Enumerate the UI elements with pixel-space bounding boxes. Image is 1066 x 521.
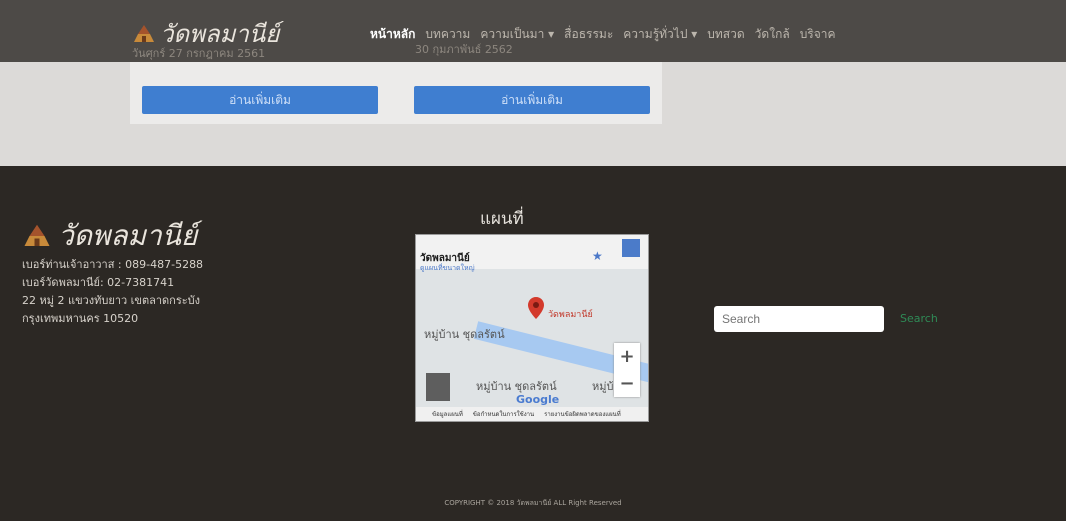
nav-articles[interactable]: บทความ xyxy=(425,25,470,44)
map-zoom-control: + − xyxy=(614,343,640,397)
embedded-map[interactable]: วัดพลมานีย์ ดูแผนที่ขนาดใหญ่ ★ วัดพลมานี… xyxy=(415,234,649,422)
footer-brand-name: วัดพลมานีย์ xyxy=(58,219,198,252)
map-footer-link[interactable]: รายงานข้อผิดพลาดของแผนที่ xyxy=(544,409,621,419)
nav-history[interactable]: ความเป็นมา ▾ xyxy=(480,25,554,44)
nav-nearby-temples[interactable]: วัดใกล้ xyxy=(755,25,790,44)
date-left: วันศุกร์ 27 กรกฎาคม 2561 xyxy=(132,47,266,60)
star-icon[interactable]: ★ xyxy=(592,249,603,263)
user-icon[interactable] xyxy=(622,239,640,257)
copyright: COPYRIGHT © 2018 วัดพลมานีย์ ALL Right R… xyxy=(444,499,622,507)
map-area-label: หมู่บ้าน ชุดลรัตน์ xyxy=(424,328,505,341)
footer-brand: วัดพลมานีย์ xyxy=(22,214,197,258)
abbot-phone: เบอร์ท่านเจ้าอาวาส : 089-487-5288 xyxy=(22,258,204,271)
nav-donate[interactable]: บริจาค xyxy=(800,25,836,44)
map-footer: ข้อมูลแผนที่ ข้อกำหนดในการใช้งาน รายงานข… xyxy=(416,407,648,421)
temple-logo-icon xyxy=(24,224,50,246)
read-more-button-2[interactable]: อ่านเพิ่มเติม xyxy=(414,86,650,114)
map-place-card: วัดพลมานีย์ ดูแผนที่ขนาดใหญ่ ★ xyxy=(416,235,648,272)
nav-general-knowledge[interactable]: ความรู้ทั่วไป ▾ xyxy=(623,25,697,44)
zoom-in-button[interactable]: + xyxy=(619,346,634,367)
temple-logo-icon xyxy=(134,24,154,42)
address-line-1: 22 หมู่ 2 แขวงทับยาว เขตลาดกระบัง xyxy=(22,294,200,307)
map-satellite-toggle[interactable] xyxy=(426,373,450,401)
search-input[interactable] xyxy=(714,306,884,332)
map-title: แผนที่ xyxy=(480,209,524,229)
nav-chants[interactable]: บทสวด xyxy=(707,25,744,44)
temple-phone: เบอร์วัดพลมานีย์: 02-7381741 xyxy=(22,276,175,289)
address-line-2: กรุงเทพมหานคร 10520 xyxy=(22,312,139,325)
map-pin-label: วัดพลมานีย์ xyxy=(548,310,593,320)
map-pin-icon[interactable] xyxy=(528,297,544,319)
read-more-button-1[interactable]: อ่านเพิ่มเติม xyxy=(142,86,378,114)
contact-info: เบอร์ท่านเจ้าอาวาส : 089-487-5288 เบอร์ว… xyxy=(22,256,203,328)
main-nav: หน้าหลัก บทความ ความเป็นมา ▾ สื่อธรรมะ ค… xyxy=(370,25,836,44)
nav-dharma-media[interactable]: สื่อธรรมะ xyxy=(564,25,613,44)
nav-home[interactable]: หน้าหลัก xyxy=(370,25,415,44)
map-footer-link[interactable]: ข้อกำหนดในการใช้งาน xyxy=(473,409,534,419)
google-logo: Google xyxy=(516,393,560,406)
map-footer-link[interactable]: ข้อมูลแผนที่ xyxy=(432,409,463,419)
search-button[interactable]: Search xyxy=(900,312,938,325)
zoom-out-button[interactable]: − xyxy=(619,373,634,394)
map-larger-link[interactable]: ดูแผนที่ขนาดใหญ่ xyxy=(420,263,475,274)
